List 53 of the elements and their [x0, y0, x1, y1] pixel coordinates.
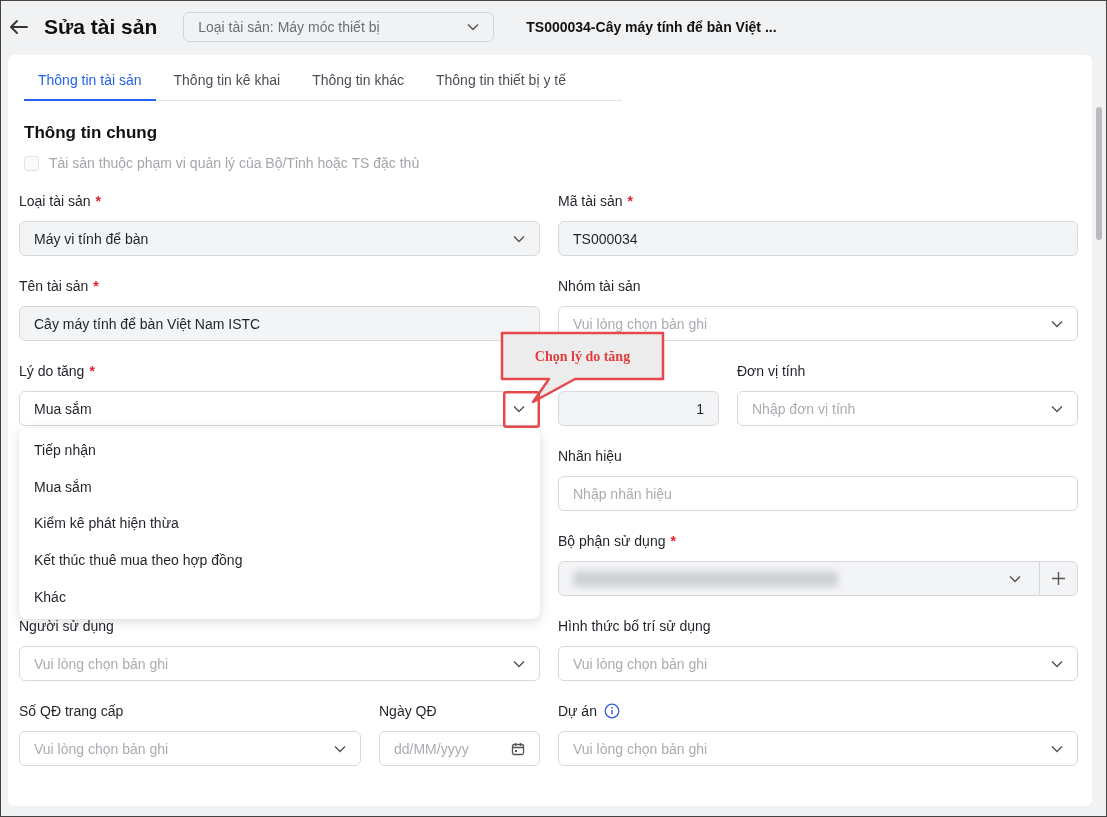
- chevron-down-icon: [467, 23, 480, 31]
- menu-option[interactable]: Tiếp nhận: [19, 432, 540, 469]
- record-title: TS000034-Cây máy tính để bàn Việt ...: [526, 19, 777, 35]
- field-label: Loại tài sản: [19, 193, 91, 209]
- input-field[interactable]: TS000034: [558, 221, 1078, 256]
- info-icon[interactable]: [603, 703, 620, 719]
- field-label: Ngày QĐ: [379, 703, 437, 719]
- page-title: Sửa tài sản: [44, 15, 158, 39]
- menu-option[interactable]: Kết thúc thuê mua theo hợp đồng: [19, 541, 540, 579]
- menu-option[interactable]: Mua sắm: [19, 468, 540, 506]
- field-label: Tên tài sản: [19, 278, 89, 294]
- field-label: Lý do tăng: [19, 363, 85, 379]
- section-title: Thông tin chung: [24, 123, 159, 143]
- select-field[interactable]: Máy vi tính để bàn: [19, 221, 540, 256]
- callout-tooltip: Chọn lý do tăng: [500, 331, 665, 428]
- field-label: Đơn vị tính: [737, 363, 806, 379]
- field-label: Dự án: [558, 703, 597, 719]
- menu-option[interactable]: Khác: [19, 578, 540, 615]
- select-field[interactable]: [558, 561, 1078, 596]
- plus-icon: [1052, 572, 1065, 585]
- select-field[interactable]: Mua sắm: [19, 391, 540, 426]
- required-mark: *: [93, 278, 99, 294]
- back-arrow-icon[interactable]: [10, 20, 28, 34]
- checkbox-label: Tài sản thuộc phạm vi quản lý của Bộ/Tỉnh hoặc TS đặc thù: [49, 155, 420, 171]
- required-mark: *: [627, 193, 634, 209]
- chevron-down-icon: [513, 659, 525, 668]
- tab[interactable]: Thông tin kê khai: [159, 63, 295, 101]
- required-mark: *: [95, 193, 102, 209]
- menu-option[interactable]: Kiểm kê phát hiện thừa: [19, 505, 540, 542]
- chevron-down-icon: [1051, 319, 1063, 328]
- input-field[interactable]: 1: [558, 391, 719, 426]
- chevron-down-icon: [1051, 404, 1063, 413]
- chevron-down-icon: [334, 744, 346, 753]
- field-label: Số QĐ trang cấp: [19, 703, 124, 719]
- field-label: Mã tài sản: [558, 193, 623, 209]
- chevron-down-icon: [1009, 574, 1021, 583]
- chevron-down-icon: [513, 234, 525, 243]
- tab[interactable]: Thông tin khác: [298, 63, 418, 101]
- chevron-down-icon: [513, 404, 525, 413]
- category-select[interactable]: Loại tài sản: Máy móc thiết bị: [183, 12, 495, 42]
- field-label: Bộ phận sử dụng: [558, 533, 666, 549]
- chevron-down-icon: [1051, 659, 1063, 668]
- field-label: Nhóm tài sản: [558, 278, 641, 294]
- tab[interactable]: Thông tin thiết bị y tế: [422, 63, 580, 101]
- calendar-icon: [511, 741, 525, 756]
- field-label: Nhãn hiệu: [558, 448, 622, 464]
- field-label: Người sử dụng: [19, 618, 114, 634]
- tab[interactable]: Thông tin tài sản: [24, 63, 156, 101]
- input-field[interactable]: Cây máy tính để bàn Việt Nam ISTC: [19, 306, 540, 341]
- required-mark: *: [89, 363, 95, 379]
- chevron-down-icon: [1051, 744, 1063, 753]
- field-label: Hình thức bố trí sử dụng: [558, 618, 711, 634]
- required-mark: *: [670, 533, 676, 549]
